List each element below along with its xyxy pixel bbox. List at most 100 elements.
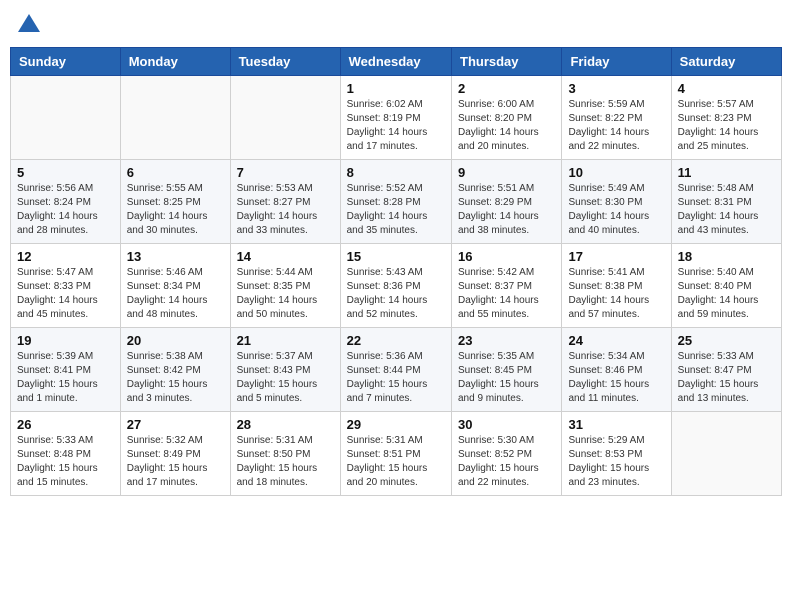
- day-info: Sunrise: 6:00 AM Sunset: 8:20 PM Dayligh…: [458, 98, 555, 154]
- calendar-week-5: 26 Sunrise: 5:33 AM Sunset: 8:48 PM Dayli…: [11, 412, 782, 496]
- calendar-cell: 19 Sunrise: 5:39 AM Sunset: 8:41 PM Dayli…: [11, 328, 121, 412]
- calendar-cell: 31 Sunrise: 5:29 AM Sunset: 8:53 PM Dayli…: [562, 412, 671, 496]
- day-number: 21: [237, 333, 334, 348]
- day-info: Sunrise: 5:55 AM Sunset: 8:25 PM Dayligh…: [127, 182, 224, 238]
- day-number: 10: [568, 165, 664, 180]
- calendar-cell: 10 Sunrise: 5:49 AM Sunset: 8:30 PM Dayli…: [562, 160, 671, 244]
- calendar-cell: 16Sunrise: 5:42 AM Sunset: 8:37 PM Dayli…: [452, 244, 562, 328]
- day-number: 5: [17, 165, 114, 180]
- day-info: Sunrise: 5:37 AM Sunset: 8:43 PM Dayligh…: [237, 350, 334, 406]
- day-info: Sunrise: 5:44 AM Sunset: 8:35 PM Dayligh…: [237, 266, 334, 322]
- day-info: Sunrise: 6:02 AM Sunset: 8:19 PM Dayligh…: [347, 98, 445, 154]
- day-number: 22: [347, 333, 445, 348]
- day-number: 19: [17, 333, 114, 348]
- calendar-cell: 14 Sunrise: 5:44 AM Sunset: 8:35 PM Dayli…: [230, 244, 340, 328]
- day-number: 28: [237, 417, 334, 432]
- logo: [14, 10, 40, 39]
- day-number: 1: [347, 81, 445, 96]
- day-info: Sunrise: 5:30 AM Sunset: 8:52 PM Dayligh…: [458, 434, 555, 490]
- day-info: Sunrise: 5:48 AM Sunset: 8:31 PM Dayligh…: [678, 182, 775, 238]
- day-number: 13: [127, 249, 224, 264]
- calendar-cell: [671, 412, 781, 496]
- calendar-cell: 21 Sunrise: 5:37 AM Sunset: 8:43 PM Dayli…: [230, 328, 340, 412]
- day-info: Sunrise: 5:39 AM Sunset: 8:41 PM Dayligh…: [17, 350, 114, 406]
- day-info: Sunrise: 5:33 AM Sunset: 8:48 PM Dayligh…: [17, 434, 114, 490]
- day-info: Sunrise: 5:32 AM Sunset: 8:49 PM Dayligh…: [127, 434, 224, 490]
- calendar-week-1: 1 Sunrise: 6:02 AM Sunset: 8:19 PM Daylig…: [11, 76, 782, 160]
- col-header-thursday: Thursday: [452, 48, 562, 76]
- day-number: 12: [17, 249, 114, 264]
- calendar-cell: 1 Sunrise: 6:02 AM Sunset: 8:19 PM Daylig…: [340, 76, 451, 160]
- calendar-cell: 23 Sunrise: 5:35 AM Sunset: 8:45 PM Dayli…: [452, 328, 562, 412]
- calendar-cell: 11 Sunrise: 5:48 AM Sunset: 8:31 PM Dayli…: [671, 160, 781, 244]
- calendar-cell: 12 Sunrise: 5:47 AM Sunset: 8:33 PM Dayli…: [11, 244, 121, 328]
- day-info: Sunrise: 5:52 AM Sunset: 8:28 PM Dayligh…: [347, 182, 445, 238]
- col-header-wednesday: Wednesday: [340, 48, 451, 76]
- calendar-table: SundayMondayTuesdayWednesdayThursdayFrid…: [10, 47, 782, 496]
- calendar-cell: 18Sunrise: 5:40 AM Sunset: 8:40 PM Dayli…: [671, 244, 781, 328]
- day-info: Sunrise: 5:51 AM Sunset: 8:29 PM Dayligh…: [458, 182, 555, 238]
- day-info: Sunrise: 5:34 AM Sunset: 8:46 PM Dayligh…: [568, 350, 664, 406]
- calendar-header-row: SundayMondayTuesdayWednesdayThursdayFrid…: [11, 48, 782, 76]
- day-number: 3: [568, 81, 664, 96]
- col-header-friday: Friday: [562, 48, 671, 76]
- calendar-week-3: 12 Sunrise: 5:47 AM Sunset: 8:33 PM Dayli…: [11, 244, 782, 328]
- day-number: 30: [458, 417, 555, 432]
- calendar-cell: 20Sunrise: 5:38 AM Sunset: 8:42 PM Dayli…: [120, 328, 230, 412]
- day-info: Sunrise: 5:53 AM Sunset: 8:27 PM Dayligh…: [237, 182, 334, 238]
- calendar-cell: 9 Sunrise: 5:51 AM Sunset: 8:29 PM Daylig…: [452, 160, 562, 244]
- logo-triangle-icon: [18, 12, 40, 34]
- day-number: 29: [347, 417, 445, 432]
- calendar-cell: 4 Sunrise: 5:57 AM Sunset: 8:23 PM Daylig…: [671, 76, 781, 160]
- calendar-cell: 13 Sunrise: 5:46 AM Sunset: 8:34 PM Dayli…: [120, 244, 230, 328]
- calendar-cell: 8 Sunrise: 5:52 AM Sunset: 8:28 PM Daylig…: [340, 160, 451, 244]
- calendar-cell: 7 Sunrise: 5:53 AM Sunset: 8:27 PM Daylig…: [230, 160, 340, 244]
- day-number: 17: [568, 249, 664, 264]
- calendar-cell: 5 Sunrise: 5:56 AM Sunset: 8:24 PM Daylig…: [11, 160, 121, 244]
- day-info: Sunrise: 5:40 AM Sunset: 8:40 PM Dayligh…: [678, 266, 775, 322]
- day-number: 4: [678, 81, 775, 96]
- day-number: 24: [568, 333, 664, 348]
- day-info: Sunrise: 5:31 AM Sunset: 8:51 PM Dayligh…: [347, 434, 445, 490]
- day-number: 11: [678, 165, 775, 180]
- day-number: 8: [347, 165, 445, 180]
- calendar-cell: [230, 76, 340, 160]
- day-info: Sunrise: 5:47 AM Sunset: 8:33 PM Dayligh…: [17, 266, 114, 322]
- calendar-cell: 30 Sunrise: 5:30 AM Sunset: 8:52 PM Dayli…: [452, 412, 562, 496]
- calendar-cell: 24 Sunrise: 5:34 AM Sunset: 8:46 PM Dayli…: [562, 328, 671, 412]
- day-info: Sunrise: 5:29 AM Sunset: 8:53 PM Dayligh…: [568, 434, 664, 490]
- col-header-saturday: Saturday: [671, 48, 781, 76]
- calendar-week-2: 5 Sunrise: 5:56 AM Sunset: 8:24 PM Daylig…: [11, 160, 782, 244]
- calendar-cell: [11, 76, 121, 160]
- day-info: Sunrise: 5:56 AM Sunset: 8:24 PM Dayligh…: [17, 182, 114, 238]
- calendar-cell: 2Sunrise: 6:00 AM Sunset: 8:20 PM Daylig…: [452, 76, 562, 160]
- day-info: Sunrise: 5:42 AM Sunset: 8:37 PM Dayligh…: [458, 266, 555, 322]
- day-number: 23: [458, 333, 555, 348]
- day-number: 26: [17, 417, 114, 432]
- day-info: Sunrise: 5:41 AM Sunset: 8:38 PM Dayligh…: [568, 266, 664, 322]
- day-info: Sunrise: 5:49 AM Sunset: 8:30 PM Dayligh…: [568, 182, 664, 238]
- calendar-cell: 6 Sunrise: 5:55 AM Sunset: 8:25 PM Daylig…: [120, 160, 230, 244]
- day-number: 9: [458, 165, 555, 180]
- day-number: 6: [127, 165, 224, 180]
- calendar-cell: 17 Sunrise: 5:41 AM Sunset: 8:38 PM Dayli…: [562, 244, 671, 328]
- calendar-cell: 29 Sunrise: 5:31 AM Sunset: 8:51 PM Dayli…: [340, 412, 451, 496]
- calendar-cell: 22Sunrise: 5:36 AM Sunset: 8:44 PM Dayli…: [340, 328, 451, 412]
- calendar-cell: [120, 76, 230, 160]
- day-info: Sunrise: 5:46 AM Sunset: 8:34 PM Dayligh…: [127, 266, 224, 322]
- day-info: Sunrise: 5:43 AM Sunset: 8:36 PM Dayligh…: [347, 266, 445, 322]
- day-info: Sunrise: 5:33 AM Sunset: 8:47 PM Dayligh…: [678, 350, 775, 406]
- calendar-cell: 26 Sunrise: 5:33 AM Sunset: 8:48 PM Dayli…: [11, 412, 121, 496]
- calendar-week-4: 19 Sunrise: 5:39 AM Sunset: 8:41 PM Dayli…: [11, 328, 782, 412]
- day-info: Sunrise: 5:35 AM Sunset: 8:45 PM Dayligh…: [458, 350, 555, 406]
- calendar-cell: 25Sunrise: 5:33 AM Sunset: 8:47 PM Dayli…: [671, 328, 781, 412]
- calendar-cell: 28Sunrise: 5:31 AM Sunset: 8:50 PM Dayli…: [230, 412, 340, 496]
- col-header-monday: Monday: [120, 48, 230, 76]
- day-number: 7: [237, 165, 334, 180]
- day-number: 31: [568, 417, 664, 432]
- day-info: Sunrise: 5:57 AM Sunset: 8:23 PM Dayligh…: [678, 98, 775, 154]
- day-number: 14: [237, 249, 334, 264]
- calendar-cell: 15Sunrise: 5:43 AM Sunset: 8:36 PM Dayli…: [340, 244, 451, 328]
- col-header-tuesday: Tuesday: [230, 48, 340, 76]
- day-info: Sunrise: 5:59 AM Sunset: 8:22 PM Dayligh…: [568, 98, 664, 154]
